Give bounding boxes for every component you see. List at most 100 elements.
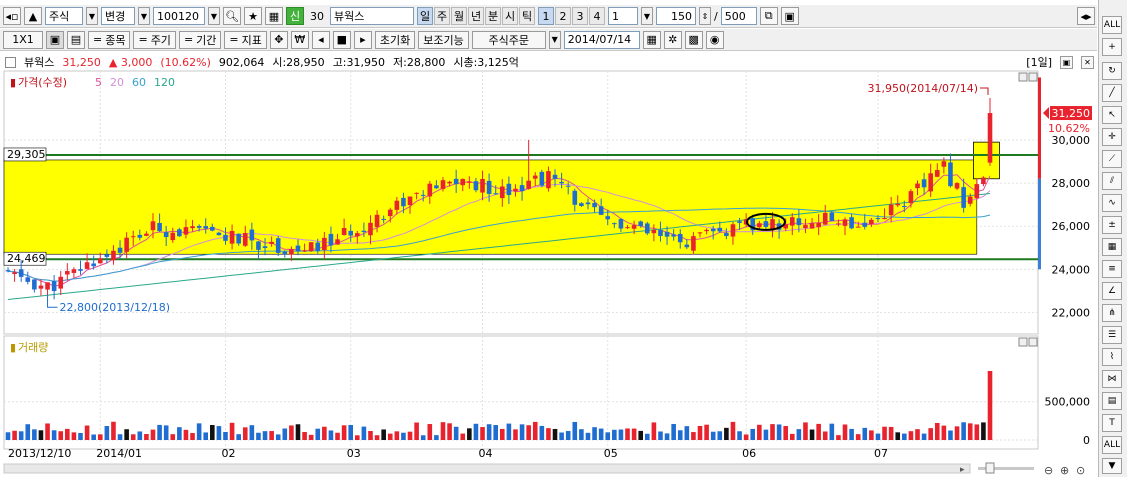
trend-tool-icon[interactable]: ⟋ (1102, 150, 1122, 168)
price-axis-tick-label: 28,000 (1052, 177, 1091, 190)
all-tools-button[interactable]: ALL (1102, 16, 1122, 34)
code-input[interactable]: 100120 (153, 7, 205, 25)
cycle-button[interactable]: = 주기 (133, 30, 176, 49)
stop-icon[interactable]: ■ (332, 30, 351, 49)
zoom-in-icon[interactable]: ⊕ (1060, 464, 1069, 477)
fib-tool-icon[interactable]: ≡ (1102, 260, 1122, 278)
period-hour[interactable]: 시 (502, 7, 518, 25)
multi-pane-icon[interactable]: ▤ (67, 30, 85, 49)
all-clear-button[interactable]: ALL (1102, 436, 1122, 454)
grid-icon[interactable]: ▦ (265, 7, 283, 25)
scroll-right-arrow-icon[interactable]: ▸ (960, 465, 965, 475)
up-arrow-icon[interactable]: ▲ (24, 7, 42, 25)
sidebar-scroll-down-icon[interactable]: ▼ (1102, 458, 1122, 474)
volume-bar (275, 434, 281, 440)
zoom-slider-handle[interactable] (985, 462, 995, 474)
period-tick[interactable]: 틱 (519, 7, 535, 25)
channel-tool-icon[interactable]: ⫽ (1102, 172, 1122, 190)
price-panel-close-icon[interactable] (1028, 72, 1038, 82)
max-input[interactable]: 500 (720, 7, 757, 25)
period-button[interactable]: = 기간 (178, 30, 222, 49)
period-month[interactable]: 월 (451, 7, 467, 25)
market-select[interactable]: 주식 (45, 7, 83, 25)
minute-option-1[interactable]: 1 (538, 7, 554, 25)
window-restore-icon[interactable]: ▣ (1060, 55, 1073, 69)
stock-name-field[interactable]: 뷰웍스 (330, 7, 414, 25)
unit-input[interactable]: 1 (608, 7, 638, 25)
calendar-icon[interactable]: ▦ (642, 30, 661, 49)
minute-option-3[interactable]: 3 (572, 7, 588, 25)
indicator-button[interactable]: = 지표 (224, 30, 267, 49)
layout-button[interactable]: 1X1 (3, 30, 43, 49)
minute-option-2[interactable]: 2 (555, 7, 571, 25)
candle-body (724, 232, 729, 237)
consolidation-box (3, 159, 978, 255)
fan-tool-icon[interactable]: ⋔ (1102, 304, 1122, 322)
volume-bar (803, 422, 808, 440)
count-spinner-icon[interactable]: ⇕ (699, 7, 711, 25)
candle-body (763, 221, 769, 227)
angle-tool-icon[interactable]: ∠ (1102, 282, 1122, 300)
price-panel-minimize-icon[interactable] (1018, 72, 1028, 82)
volume-panel-minimize-icon[interactable] (1018, 337, 1028, 347)
cross-tool-icon[interactable]: ✛ (1102, 128, 1122, 146)
minute-option-4[interactable]: 4 (589, 7, 605, 25)
wave-tool-icon[interactable]: ∿ (1102, 194, 1122, 212)
period-year[interactable]: 년 (468, 7, 484, 25)
zoom-fit-icon[interactable]: ⊙ (1076, 464, 1085, 477)
prev-arrow-icon[interactable]: ◂▫ (3, 7, 21, 25)
date-input[interactable]: 2014/07/14 (563, 30, 640, 49)
image-tool-icon[interactable]: ▤ (1102, 392, 1122, 410)
crosshair-icon[interactable]: ✥ (269, 30, 288, 49)
compare-button[interactable]: = 종목 (88, 30, 131, 49)
window-close-icon[interactable]: ✕ (1081, 55, 1094, 69)
volume-bar (447, 423, 452, 440)
volume-bar (842, 424, 848, 440)
mode-select[interactable]: 변경 (101, 7, 135, 25)
reset-button[interactable]: 초기화 (374, 30, 416, 49)
period-week[interactable]: 주 (434, 7, 450, 25)
settings-gear-icon[interactable]: ✲ (663, 30, 682, 49)
candle-body (513, 188, 518, 192)
line-tool-icon[interactable]: ╱ (1102, 84, 1122, 102)
table-view-icon[interactable]: ▩ (684, 30, 703, 49)
collapse-toggle-icon[interactable]: ◂▸ (1077, 7, 1095, 25)
save-icon[interactable]: ▣ (780, 7, 799, 25)
volume-bar (605, 432, 611, 440)
period-minute[interactable]: 분 (485, 7, 501, 25)
star-icon[interactable]: ★ (244, 7, 262, 25)
zoom-icon[interactable]: ◉ (705, 30, 724, 49)
cycle-tool-icon[interactable]: ⌇ (1102, 348, 1122, 366)
plusminus-tool-icon[interactable]: ± (1102, 216, 1122, 234)
aux-button[interactable]: 보조기능 (418, 30, 469, 49)
quote-checkbox[interactable] (5, 56, 16, 68)
order-dropdown-icon[interactable]: ▼ (548, 30, 561, 49)
scroll-right-icon[interactable]: ▸ (353, 30, 372, 49)
order-button[interactable]: 주식주문 (471, 30, 546, 49)
level-tool-icon[interactable]: ☰ (1102, 326, 1122, 344)
count-input[interactable]: 150 (656, 7, 696, 25)
new-window-icon[interactable]: ⧉ (759, 7, 778, 25)
horizontal-scrollbar[interactable] (3, 463, 971, 474)
grid-tool-icon[interactable]: ▦ (1102, 238, 1122, 256)
volume-panel-close-icon[interactable] (1028, 337, 1038, 347)
text-tool-icon[interactable]: T (1102, 414, 1122, 432)
code-dropdown-icon[interactable]: ▼ (208, 7, 220, 25)
market-dropdown-icon[interactable]: ▼ (86, 7, 98, 25)
candle-body (256, 241, 261, 250)
volume-bar (190, 433, 195, 440)
period-day[interactable]: 일 (417, 7, 433, 25)
candle-body (5, 270, 11, 272)
pointer-tool-icon[interactable]: ↖ (1102, 106, 1122, 124)
currency-button[interactable]: ₩ (290, 30, 309, 49)
volume-bar (902, 433, 907, 440)
refresh-tool-icon[interactable]: ↻ (1102, 62, 1122, 80)
tool-menu-button[interactable]: + (1102, 38, 1122, 56)
search-icon[interactable]: 🔍︎ (223, 7, 241, 25)
mode-dropdown-icon[interactable]: ▼ (138, 7, 150, 25)
unit-dropdown-icon[interactable]: ▼ (641, 7, 653, 25)
zoom-out-icon[interactable]: ⊖ (1044, 464, 1053, 477)
pattern-tool-icon[interactable]: ⋈ (1102, 370, 1122, 388)
single-pane-icon[interactable]: ▣ (46, 30, 64, 49)
scroll-left-icon[interactable]: ◂ (311, 30, 330, 49)
